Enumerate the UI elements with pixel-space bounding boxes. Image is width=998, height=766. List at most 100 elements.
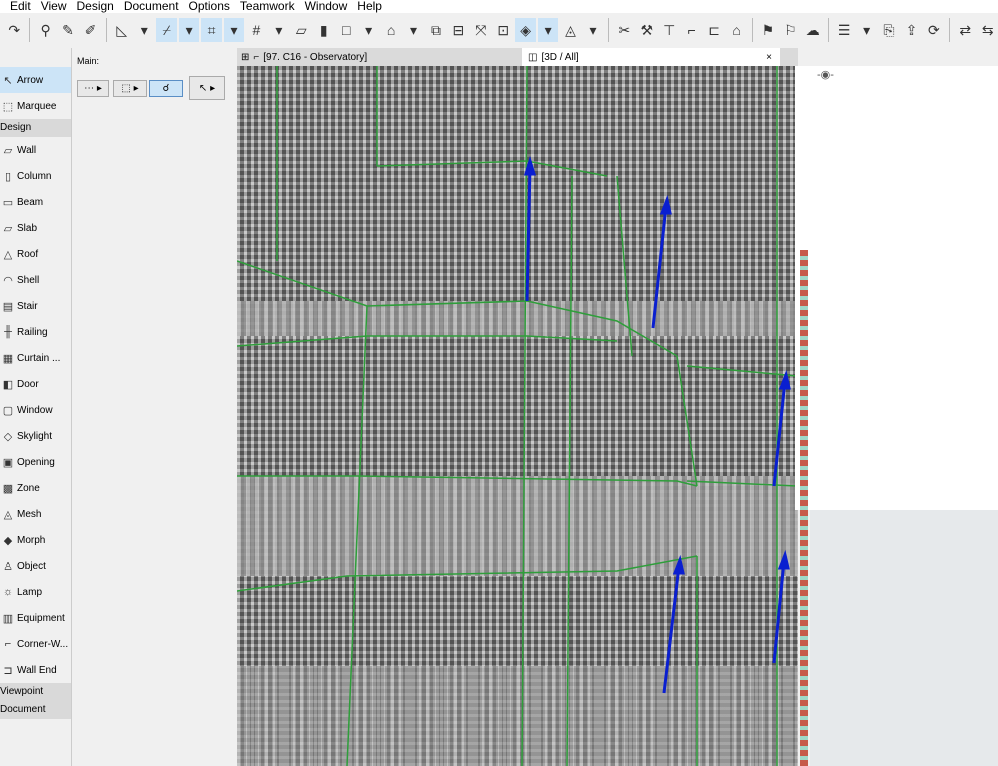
tool-curtain[interactable]: ▦ Curtain ...: [0, 345, 71, 371]
dimension-icon[interactable]: ⊟: [448, 18, 468, 42]
tool-shell[interactable]: ◠ Shell: [0, 267, 71, 293]
chevron-down-icon[interactable]: ▾: [134, 18, 154, 42]
tool-label: Mesh: [17, 508, 42, 520]
publish-icon[interactable]: ⎘: [879, 18, 899, 42]
tool-corner-w[interactable]: ⌐ Corner-W...: [0, 631, 71, 657]
tab-floorplan[interactable]: ⊞ ⌐ [97. C16 - Observatory]: [241, 48, 367, 66]
marquee-mode-button[interactable]: ⬚ ▸: [113, 80, 147, 97]
trim-icon[interactable]: ⊤: [659, 18, 679, 42]
offset-icon[interactable]: ⊏: [704, 18, 724, 42]
main-label: Main:: [77, 56, 100, 66]
sync-icon[interactable]: ⟳: [924, 18, 944, 42]
eye-icon[interactable]: -◉-: [817, 68, 834, 81]
tool-window[interactable]: ▢ Window: [0, 397, 71, 423]
plane-icon[interactable]: ▱: [291, 18, 311, 42]
tool-door[interactable]: ◧ Door: [0, 371, 71, 397]
tool-morph[interactable]: ◆ Morph: [0, 527, 71, 553]
tool-arrow[interactable]: ↖ Arrow: [0, 67, 71, 93]
chevron-down-icon[interactable]: ▾: [178, 18, 200, 42]
tool-stair[interactable]: ▤ Stair: [0, 293, 71, 319]
flag-icon[interactable]: ⚑: [758, 18, 778, 42]
menu-design[interactable]: Design: [71, 0, 118, 13]
fit-icon[interactable]: ⊡: [493, 18, 513, 42]
chevron-down-icon[interactable]: ▾: [269, 18, 289, 42]
tool-equipment[interactable]: ▥ Equipment: [0, 605, 71, 631]
skylight-icon: ◇: [3, 430, 13, 443]
tool-label: Wall: [17, 144, 37, 156]
tool-wall-end[interactable]: ⊐ Wall End: [0, 657, 71, 683]
ruler-icon[interactable]: ◺: [112, 18, 132, 42]
find-select-icon[interactable]: ⚲: [35, 18, 55, 42]
tool-marquee[interactable]: ⬚ Marquee: [0, 93, 71, 119]
tab-label: [3D / All]: [541, 51, 579, 63]
tool-lamp[interactable]: ☼ Lamp: [0, 579, 71, 605]
tool-label: Beam: [17, 196, 44, 208]
guide-lines-icon[interactable]: ⌿: [156, 18, 177, 42]
chevron-down-icon[interactable]: ▾: [583, 18, 603, 42]
close-tab-button[interactable]: ×: [766, 52, 772, 63]
menu-window[interactable]: Window: [300, 0, 353, 13]
coordinates-icon[interactable]: ⌗: [201, 18, 222, 42]
tool-mesh[interactable]: ◬ Mesh: [0, 501, 71, 527]
lock-icon[interactable]: ⌂: [381, 18, 401, 42]
divider: [828, 18, 829, 42]
tool-railing[interactable]: ╫ Railing: [0, 319, 71, 345]
tool-label: Corner-W...: [17, 638, 69, 650]
tab-3d[interactable]: ◫ [3D / All] ×: [522, 48, 780, 66]
selection-method-button[interactable]: ⋯ ▸: [77, 80, 109, 97]
arrow-mode-button[interactable]: ↖ ▸: [189, 76, 225, 100]
menu-help[interactable]: Help: [352, 0, 387, 13]
chevron-down-icon[interactable]: ▾: [856, 18, 876, 42]
hammer-icon[interactable]: ⚒: [637, 18, 657, 42]
cloud-icon[interactable]: ☁: [803, 18, 823, 42]
tool-label: Window: [17, 404, 53, 416]
teamwork-icon[interactable]: ⇄: [955, 18, 975, 42]
menu-edit[interactable]: Edit: [0, 0, 36, 13]
tool-slab[interactable]: ▱ Slab: [0, 215, 71, 241]
tool-object[interactable]: ♙ Object: [0, 553, 71, 579]
tool-label: Object: [17, 560, 46, 572]
group-document[interactable]: Document: [0, 701, 71, 719]
teamwork-send-icon[interactable]: ⇆: [977, 18, 997, 42]
chevron-down-icon[interactable]: ▾: [537, 18, 559, 42]
home-icon[interactable]: ⌂: [726, 18, 746, 42]
menu-view[interactable]: View: [36, 0, 72, 13]
cross-icon[interactable]: ⤧: [471, 18, 491, 42]
tool-column[interactable]: ▯ Column: [0, 163, 71, 189]
rectangle-icon[interactable]: □: [336, 18, 356, 42]
flag-doc-icon[interactable]: ⚐: [780, 18, 800, 42]
group-design[interactable]: Design: [0, 119, 71, 137]
wall-plane-icon[interactable]: ▮: [314, 18, 334, 42]
chevron-down-icon[interactable]: ▾: [223, 18, 245, 42]
shell-icon: ◠: [3, 274, 13, 287]
tool-skylight[interactable]: ◇ Skylight: [0, 423, 71, 449]
3d-viewport[interactable]: [237, 66, 798, 766]
group-viewpoint[interactable]: Viewpoint: [0, 683, 71, 701]
redo-icon[interactable]: ↷: [4, 18, 24, 42]
divider: [29, 18, 31, 42]
3d-orbit-icon[interactable]: ◈: [515, 18, 536, 42]
tool-zone[interactable]: ▩ Zone: [0, 475, 71, 501]
tool-wall[interactable]: ▱ Wall: [0, 137, 71, 163]
chevron-down-icon[interactable]: ▾: [358, 18, 378, 42]
eyedropper-icon[interactable]: ✎: [58, 18, 78, 42]
pointer-snap-button[interactable]: ☌: [149, 80, 183, 97]
tool-roof[interactable]: △ Roof: [0, 241, 71, 267]
menu-teamwork[interactable]: Teamwork: [235, 0, 300, 13]
layers-icon[interactable]: ☰: [834, 18, 854, 42]
tool-beam[interactable]: ▭ Beam: [0, 189, 71, 215]
tool-label: Morph: [17, 534, 46, 546]
window-icon: ▢: [2, 404, 14, 417]
syringe-icon[interactable]: ✐: [80, 18, 100, 42]
shape-icon[interactable]: ◬: [560, 18, 580, 42]
chevron-down-icon[interactable]: ▾: [403, 18, 423, 42]
export-icon[interactable]: ⇪: [901, 18, 921, 42]
scissors-icon[interactable]: ✂: [614, 18, 634, 42]
menu-options[interactable]: Options: [184, 0, 235, 13]
grid-icon[interactable]: #: [246, 18, 266, 42]
group-icon[interactable]: ⧉: [426, 18, 446, 42]
corner-icon[interactable]: ⌐: [681, 18, 701, 42]
tool-opening[interactable]: ▣ Opening: [0, 449, 71, 475]
menu-document[interactable]: Document: [119, 0, 184, 13]
tool-label: Shell: [17, 274, 40, 286]
